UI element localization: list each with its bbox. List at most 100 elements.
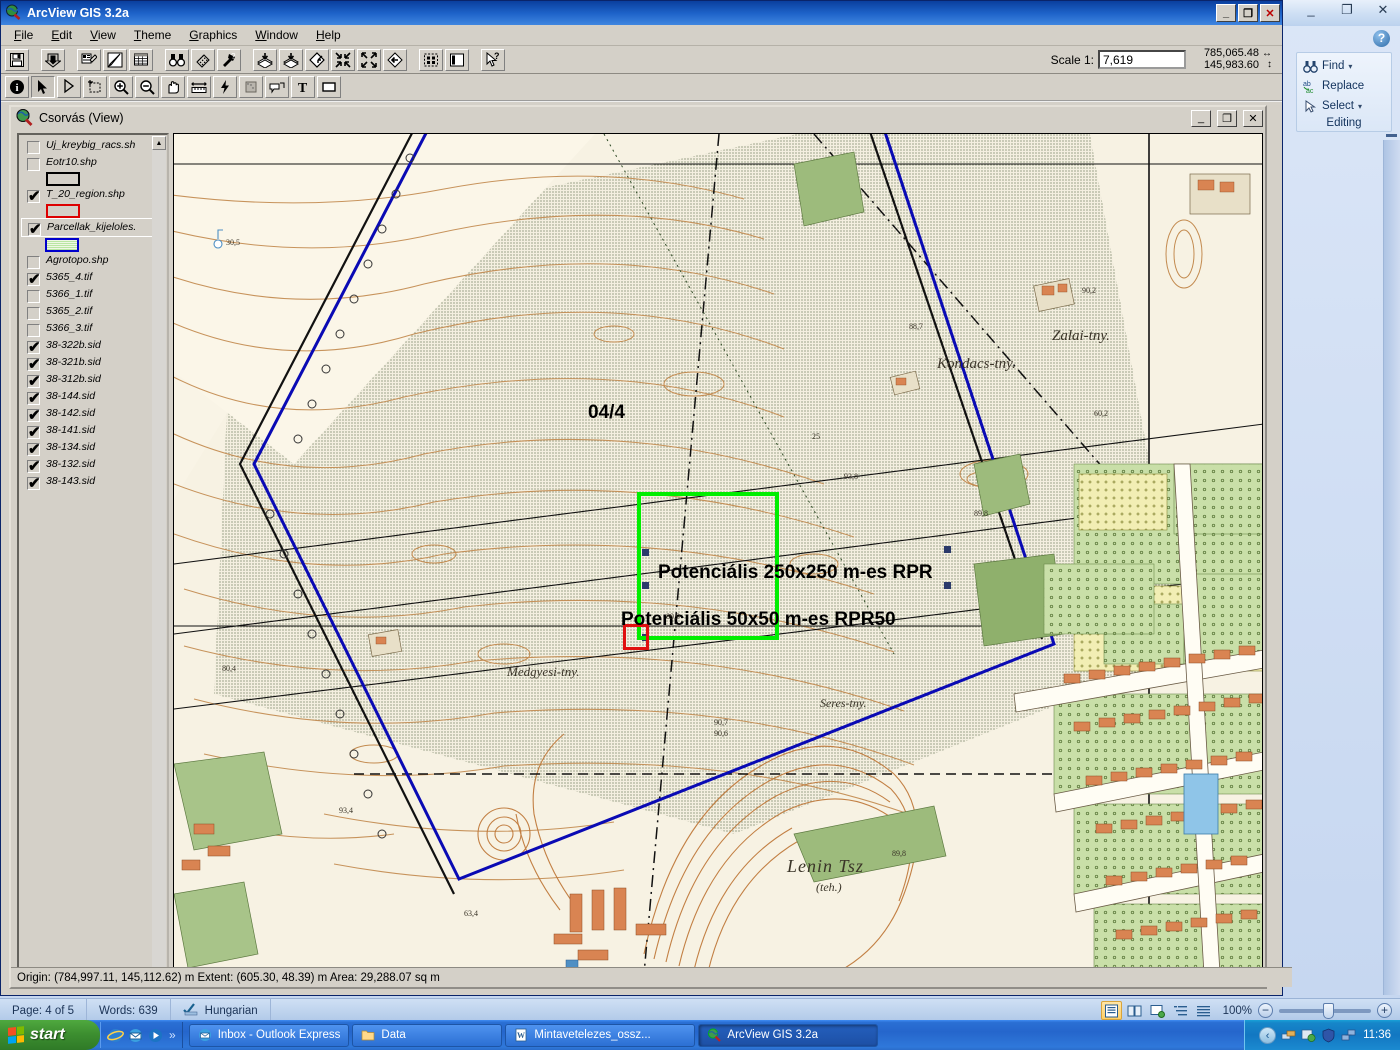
outlook-express-icon[interactable] bbox=[127, 1027, 144, 1044]
outline-icon[interactable] bbox=[1170, 1001, 1191, 1020]
network-connection-icon[interactable] bbox=[1341, 1028, 1356, 1043]
menu-graphics[interactable]: Graphics bbox=[180, 26, 246, 44]
taskbar-item-data[interactable]: Data bbox=[352, 1023, 503, 1047]
layer-item[interactable]: 5365_2.tif bbox=[21, 303, 153, 320]
zoom-control[interactable]: 100% − + bbox=[1223, 1002, 1392, 1019]
scale-input[interactable]: 7,619 bbox=[1098, 50, 1186, 69]
arcview-minimize-button[interactable]: _ bbox=[1216, 4, 1236, 22]
layer-symbol-swatch[interactable] bbox=[46, 204, 153, 218]
pointer-icon[interactable] bbox=[31, 76, 55, 98]
help-icon[interactable]: ? bbox=[1373, 30, 1390, 47]
layer-symbol-swatch[interactable] bbox=[46, 172, 153, 186]
find-icon[interactable] bbox=[165, 48, 189, 71]
scrollbar-track[interactable] bbox=[152, 150, 166, 967]
view-minimize-button[interactable]: _ bbox=[1191, 109, 1211, 127]
layer-item[interactable]: T_20_region.shp bbox=[21, 186, 153, 205]
zoom-to-themes-icon[interactable] bbox=[253, 48, 277, 71]
view-close-button[interactable]: ✕ bbox=[1243, 109, 1263, 127]
web-layout-icon[interactable] bbox=[1147, 1001, 1168, 1020]
word-minimize-button[interactable]: _ bbox=[1300, 2, 1322, 18]
layer-visibility-checkbox[interactable] bbox=[27, 290, 40, 303]
layer-item[interactable]: Uj_kreybig_racs.sh bbox=[21, 137, 153, 154]
layer-visibility-checkbox[interactable] bbox=[27, 372, 41, 390]
layer-visibility-checkbox[interactable] bbox=[27, 406, 41, 424]
clear-selected-icon[interactable] bbox=[445, 48, 469, 71]
view-maximize-button[interactable]: ❐ bbox=[1217, 109, 1237, 127]
scroll-up-icon[interactable]: ▲ bbox=[152, 136, 166, 150]
word-count[interactable]: Words: 639 bbox=[87, 998, 171, 1023]
layer-visibility-checkbox[interactable] bbox=[27, 423, 41, 441]
arcview-close-button[interactable]: ✕ bbox=[1260, 4, 1280, 22]
draft-icon[interactable] bbox=[1193, 1001, 1214, 1020]
menu-window[interactable]: Window bbox=[246, 26, 307, 44]
network-icon[interactable] bbox=[1281, 1028, 1296, 1043]
query-builder-icon[interactable] bbox=[191, 48, 215, 71]
save-project-icon[interactable] bbox=[5, 48, 29, 71]
zoom-slider-handle[interactable] bbox=[1323, 1002, 1334, 1019]
legend-panel[interactable]: Uj_kreybig_racs.sh Eotr10.shp T_20_region.… bbox=[17, 133, 169, 982]
edit-legend-icon[interactable] bbox=[103, 48, 127, 71]
word-window-controls[interactable]: _ ❐ ✕ bbox=[1300, 2, 1394, 18]
layer-visibility-checkbox[interactable] bbox=[27, 270, 41, 288]
select-features-icon[interactable] bbox=[419, 48, 443, 71]
start-button[interactable]: start bbox=[0, 1020, 100, 1050]
menu-edit[interactable]: Edit bbox=[42, 26, 81, 44]
layer-visibility-checkbox[interactable] bbox=[27, 187, 41, 205]
tray-expand-chevron[interactable]: ‹ bbox=[1259, 1026, 1277, 1044]
taskbar-item-outlook[interactable]: Inbox - Outlook Express bbox=[188, 1023, 350, 1047]
menu-view[interactable]: View bbox=[81, 26, 125, 44]
menu-help[interactable]: Help bbox=[307, 26, 350, 44]
page-indicator[interactable]: Page: 4 of 5 bbox=[0, 998, 88, 1023]
layer-item[interactable]: Parcellak_kijeloles. bbox=[21, 218, 153, 238]
layer-visibility-checkbox[interactable] bbox=[27, 338, 41, 356]
zoom-out-fixed-icon[interactable] bbox=[357, 48, 381, 71]
find-button[interactable]: Find ▾ bbox=[1301, 56, 1387, 76]
replace-button[interactable]: ab ac Replace bbox=[1301, 76, 1387, 96]
chevron-down-icon[interactable]: ▾ bbox=[1358, 102, 1362, 111]
layer-item[interactable]: Agrotopo.shp bbox=[21, 252, 153, 269]
taskbar-item-arcview[interactable]: ArcView GIS 3.2a bbox=[698, 1023, 879, 1047]
zoom-slider-track[interactable] bbox=[1279, 1002, 1371, 1019]
zoom-to-active-theme-icon[interactable] bbox=[305, 48, 329, 71]
hammer-tool-icon[interactable]: ? bbox=[217, 48, 241, 71]
word-scrollbar[interactable] bbox=[1383, 140, 1400, 995]
layer-item[interactable]: 38-132.sid bbox=[21, 456, 153, 475]
layer-visibility-checkbox[interactable] bbox=[27, 158, 40, 171]
layer-visibility-checkbox[interactable] bbox=[27, 324, 40, 337]
internet-explorer-icon[interactable] bbox=[107, 1027, 124, 1044]
help-pointer-icon[interactable]: ? bbox=[481, 48, 505, 71]
layer-item[interactable]: 5366_1.tif bbox=[21, 286, 153, 303]
layer-visibility-checkbox[interactable] bbox=[27, 457, 41, 475]
chevron-down-icon[interactable]: ▾ bbox=[1348, 62, 1352, 71]
layer-item[interactable]: 38-142.sid bbox=[21, 405, 153, 424]
menu-theme[interactable]: Theme bbox=[125, 26, 180, 44]
pan-icon[interactable] bbox=[161, 76, 185, 98]
layer-item[interactable]: 38-141.sid bbox=[21, 422, 153, 441]
security-shield-icon[interactable] bbox=[1321, 1028, 1336, 1043]
measure-icon[interactable] bbox=[187, 76, 211, 98]
zoom-in-icon[interactable]: + bbox=[1377, 1003, 1392, 1018]
layer-symbol-swatch[interactable] bbox=[45, 238, 153, 252]
legend-scrollbar[interactable]: ▲ ▼ bbox=[152, 136, 166, 980]
word-close-button[interactable]: ✕ bbox=[1372, 2, 1394, 18]
open-table-icon[interactable] bbox=[129, 48, 153, 71]
select-button[interactable]: Select ▾ bbox=[1301, 96, 1387, 116]
layer-visibility-checkbox[interactable] bbox=[27, 141, 40, 154]
layer-item[interactable]: 38-321b.sid bbox=[21, 354, 153, 373]
zoom-to-selected-icon[interactable] bbox=[279, 48, 303, 71]
layer-item[interactable]: 5365_4.tif bbox=[21, 269, 153, 288]
media-player-icon[interactable] bbox=[147, 1027, 164, 1044]
word-restore-button[interactable]: ❐ bbox=[1336, 2, 1358, 18]
quick-launch-chevron[interactable]: » bbox=[169, 1028, 176, 1042]
menu-file[interactable]: File bbox=[5, 26, 42, 44]
area-of-interest-icon[interactable] bbox=[239, 76, 263, 98]
zoom-out-icon[interactable]: − bbox=[1258, 1003, 1273, 1018]
vertex-edit-icon[interactable] bbox=[57, 76, 81, 98]
draw-rectangle-icon[interactable] bbox=[317, 76, 341, 98]
layer-visibility-checkbox[interactable] bbox=[27, 355, 41, 373]
theme-properties-icon[interactable] bbox=[77, 48, 101, 71]
print-layout-icon[interactable] bbox=[1100, 1001, 1122, 1020]
zoom-in-icon[interactable] bbox=[109, 76, 133, 98]
zoom-in-fixed-icon[interactable] bbox=[331, 48, 355, 71]
zoom-previous-icon[interactable] bbox=[383, 48, 407, 71]
